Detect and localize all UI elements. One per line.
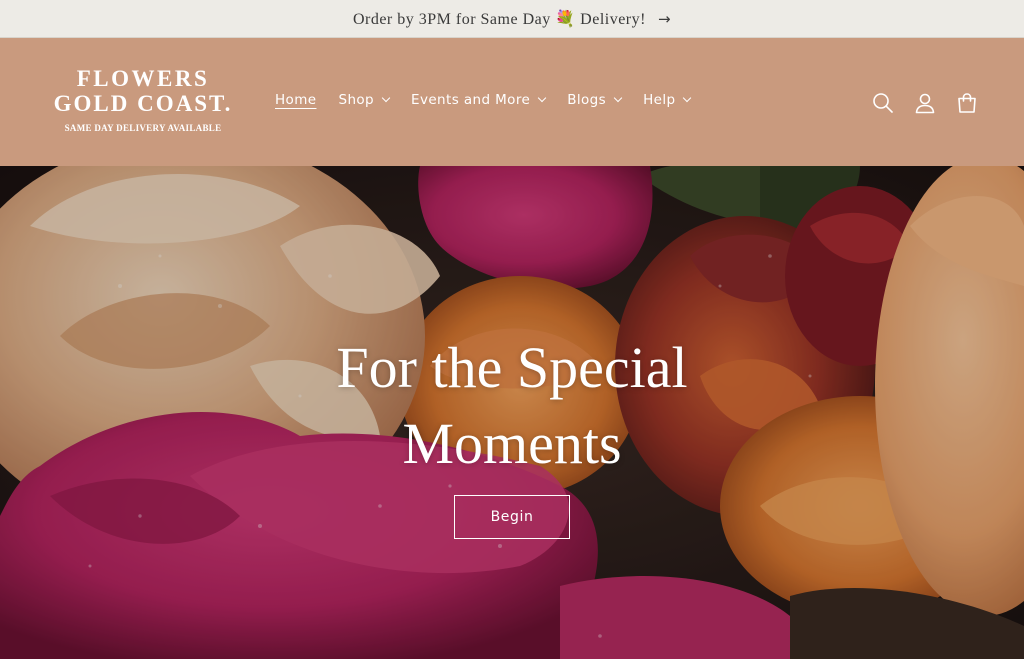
logo-line-1: FLOWERS [76,66,210,91]
announcement-bar[interactable]: Order by 3PM for Same Day 💐 Delivery! → [0,0,1024,38]
arrow-right-icon[interactable]: → [658,10,671,28]
nav-item-blogs[interactable]: Blogs [567,92,623,108]
nav-item-help[interactable]: Help [643,92,692,108]
nav-item-label: Shop [338,92,375,108]
nav-item-label: Events and More [411,92,531,108]
nav-item-label: Home [275,92,317,108]
nav-item-events[interactable]: Events and More [411,92,547,108]
chevron-down-icon [537,93,547,103]
hero-title-line-2: Moments [402,411,622,476]
account-icon[interactable] [910,89,940,117]
hero-banner: For the Special Moments Begin [0,166,1024,659]
nav-item-label: Help [643,92,676,108]
nav-item-home[interactable]: Home [275,92,316,108]
begin-button[interactable]: Begin [454,495,570,539]
logo-tagline: SAME DAY DELIVERY AVAILABLE [64,123,222,133]
chevron-down-icon [613,93,623,103]
hero-title: For the Special Moments [262,330,762,482]
nav-item-label: Blogs [567,92,607,108]
logo[interactable]: FLOWERS GOLD COAST. SAME DAY DELIVERY AV… [48,66,238,133]
nav-item-shop[interactable]: Shop [338,92,391,108]
announcement-text: Order by 3PM for Same Day 💐 Delivery! [352,10,646,28]
site-header: FLOWERS GOLD COAST. SAME DAY DELIVERY AV… [0,38,1024,166]
search-icon[interactable] [868,89,898,117]
chevron-down-icon [381,93,391,103]
cart-icon[interactable] [952,89,982,117]
hero-title-line-1: For the Special [336,335,688,400]
chevron-down-icon [683,93,692,103]
header-icons [868,89,994,117]
logo-line-2: GOLD COAST. [53,91,233,116]
main-nav: Home Shop Events and More Blogs Help [275,92,712,108]
